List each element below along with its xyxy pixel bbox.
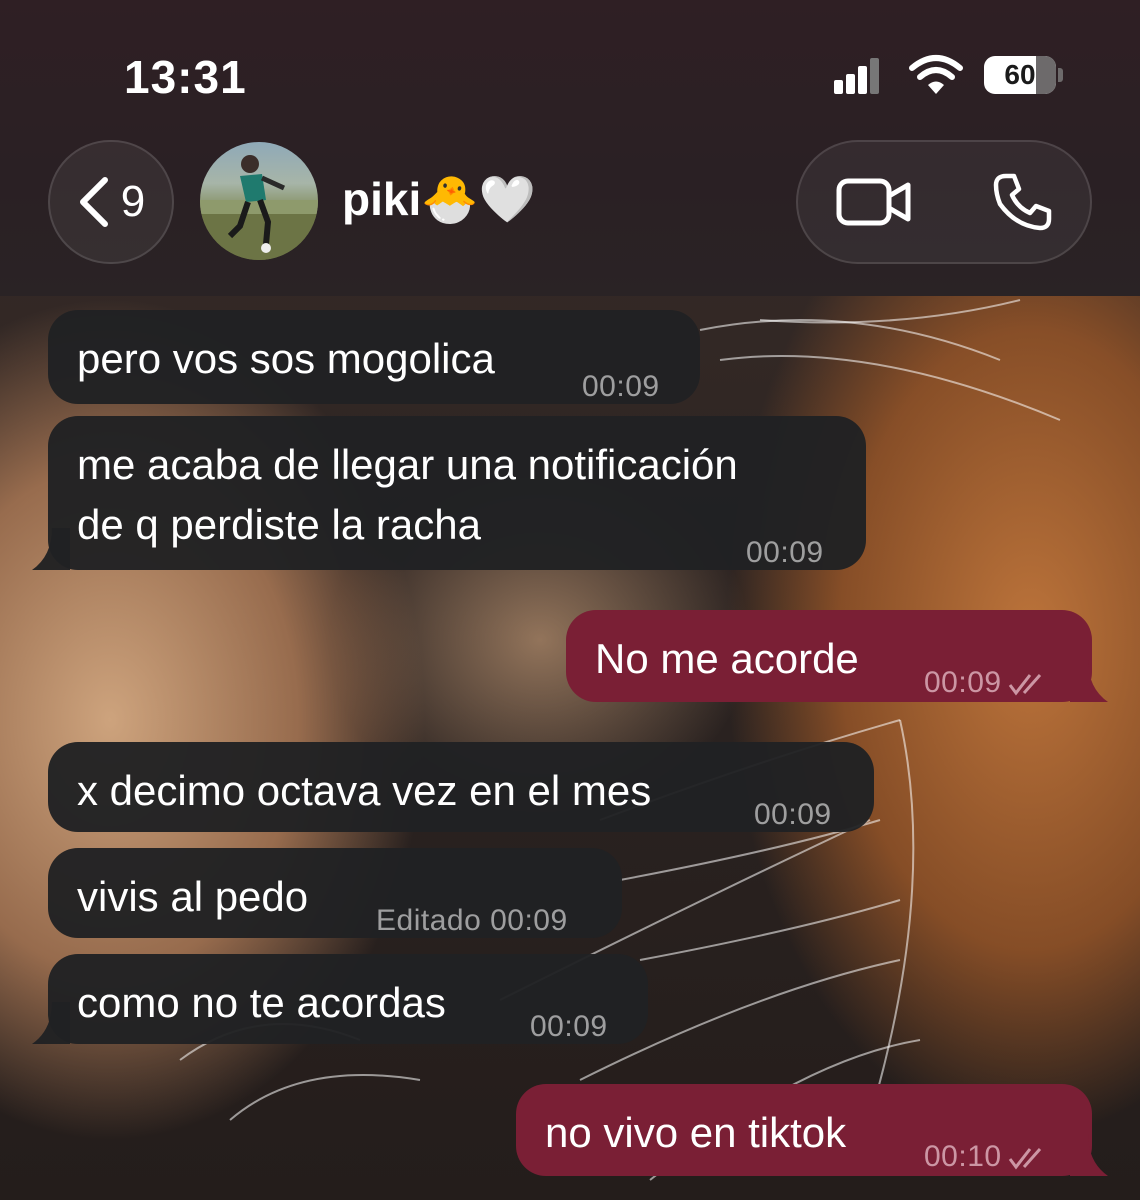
message-text: vivis al pedo: [77, 873, 309, 920]
bubble-tail: [32, 528, 70, 570]
message-text: no vivo en tiktok: [545, 1109, 847, 1156]
phone-call-icon[interactable]: [992, 172, 1052, 232]
battery-icon: 60: [984, 56, 1056, 94]
message-time-label: 00:10: [924, 1140, 1002, 1173]
message-text: x decimo octava vez en el mes: [77, 767, 652, 814]
back-button[interactable]: 9: [48, 140, 174, 264]
battery-level: 60: [1004, 59, 1036, 90]
wifi-icon: [909, 55, 963, 94]
contact-name[interactable]: piki🐣🤍: [342, 172, 536, 227]
message-text: como no te acordas: [77, 979, 446, 1026]
message-time: 00:09: [924, 652, 1050, 714]
message-time: 00:09: [746, 536, 824, 569]
incoming-message[interactable]: pero vos sos mogolica 00:09: [48, 310, 700, 404]
double-check-icon: [1008, 674, 1041, 696]
message-text-line-2: de q perdiste la racha: [77, 501, 481, 548]
outgoing-message[interactable]: no vivo en tiktok 00:10: [516, 1084, 1092, 1176]
video-call-icon[interactable]: [836, 176, 912, 228]
bubble-tail: [1070, 660, 1108, 702]
message-time: 00:09: [754, 798, 832, 831]
incoming-message[interactable]: como no te acordas 00:09: [48, 954, 648, 1044]
message-text: No me acorde: [595, 635, 859, 682]
message-time: 00:09: [530, 1010, 608, 1043]
status-time: 13:31: [124, 51, 247, 103]
message-text-line-1: me acaba de llegar una notificación: [77, 441, 738, 488]
unread-count: 9: [120, 177, 146, 226]
double-check-icon: [1008, 1148, 1041, 1170]
message-time: 00:09: [582, 370, 660, 403]
message-time: Editado 00:09: [376, 904, 568, 937]
message-time-label: 00:09: [924, 666, 1002, 699]
cellular-signal-icon: [834, 58, 880, 94]
incoming-message[interactable]: x decimo octava vez en el mes 00:09: [48, 742, 874, 832]
message-text: pero vos sos mogolica: [77, 335, 495, 382]
incoming-message[interactable]: me acaba de llegar una notificación de q…: [48, 416, 866, 570]
bubble-tail: [1070, 1134, 1108, 1176]
chevron-left-icon: [79, 177, 108, 227]
message-time: 00:10: [924, 1126, 1050, 1188]
incoming-message[interactable]: vivis al pedo Editado 00:09: [48, 848, 622, 938]
outgoing-message[interactable]: No me acorde 00:09: [566, 610, 1092, 702]
battery-nub: [1058, 68, 1063, 82]
contact-avatar[interactable]: [200, 142, 318, 260]
bubble-tail: [32, 1002, 70, 1044]
